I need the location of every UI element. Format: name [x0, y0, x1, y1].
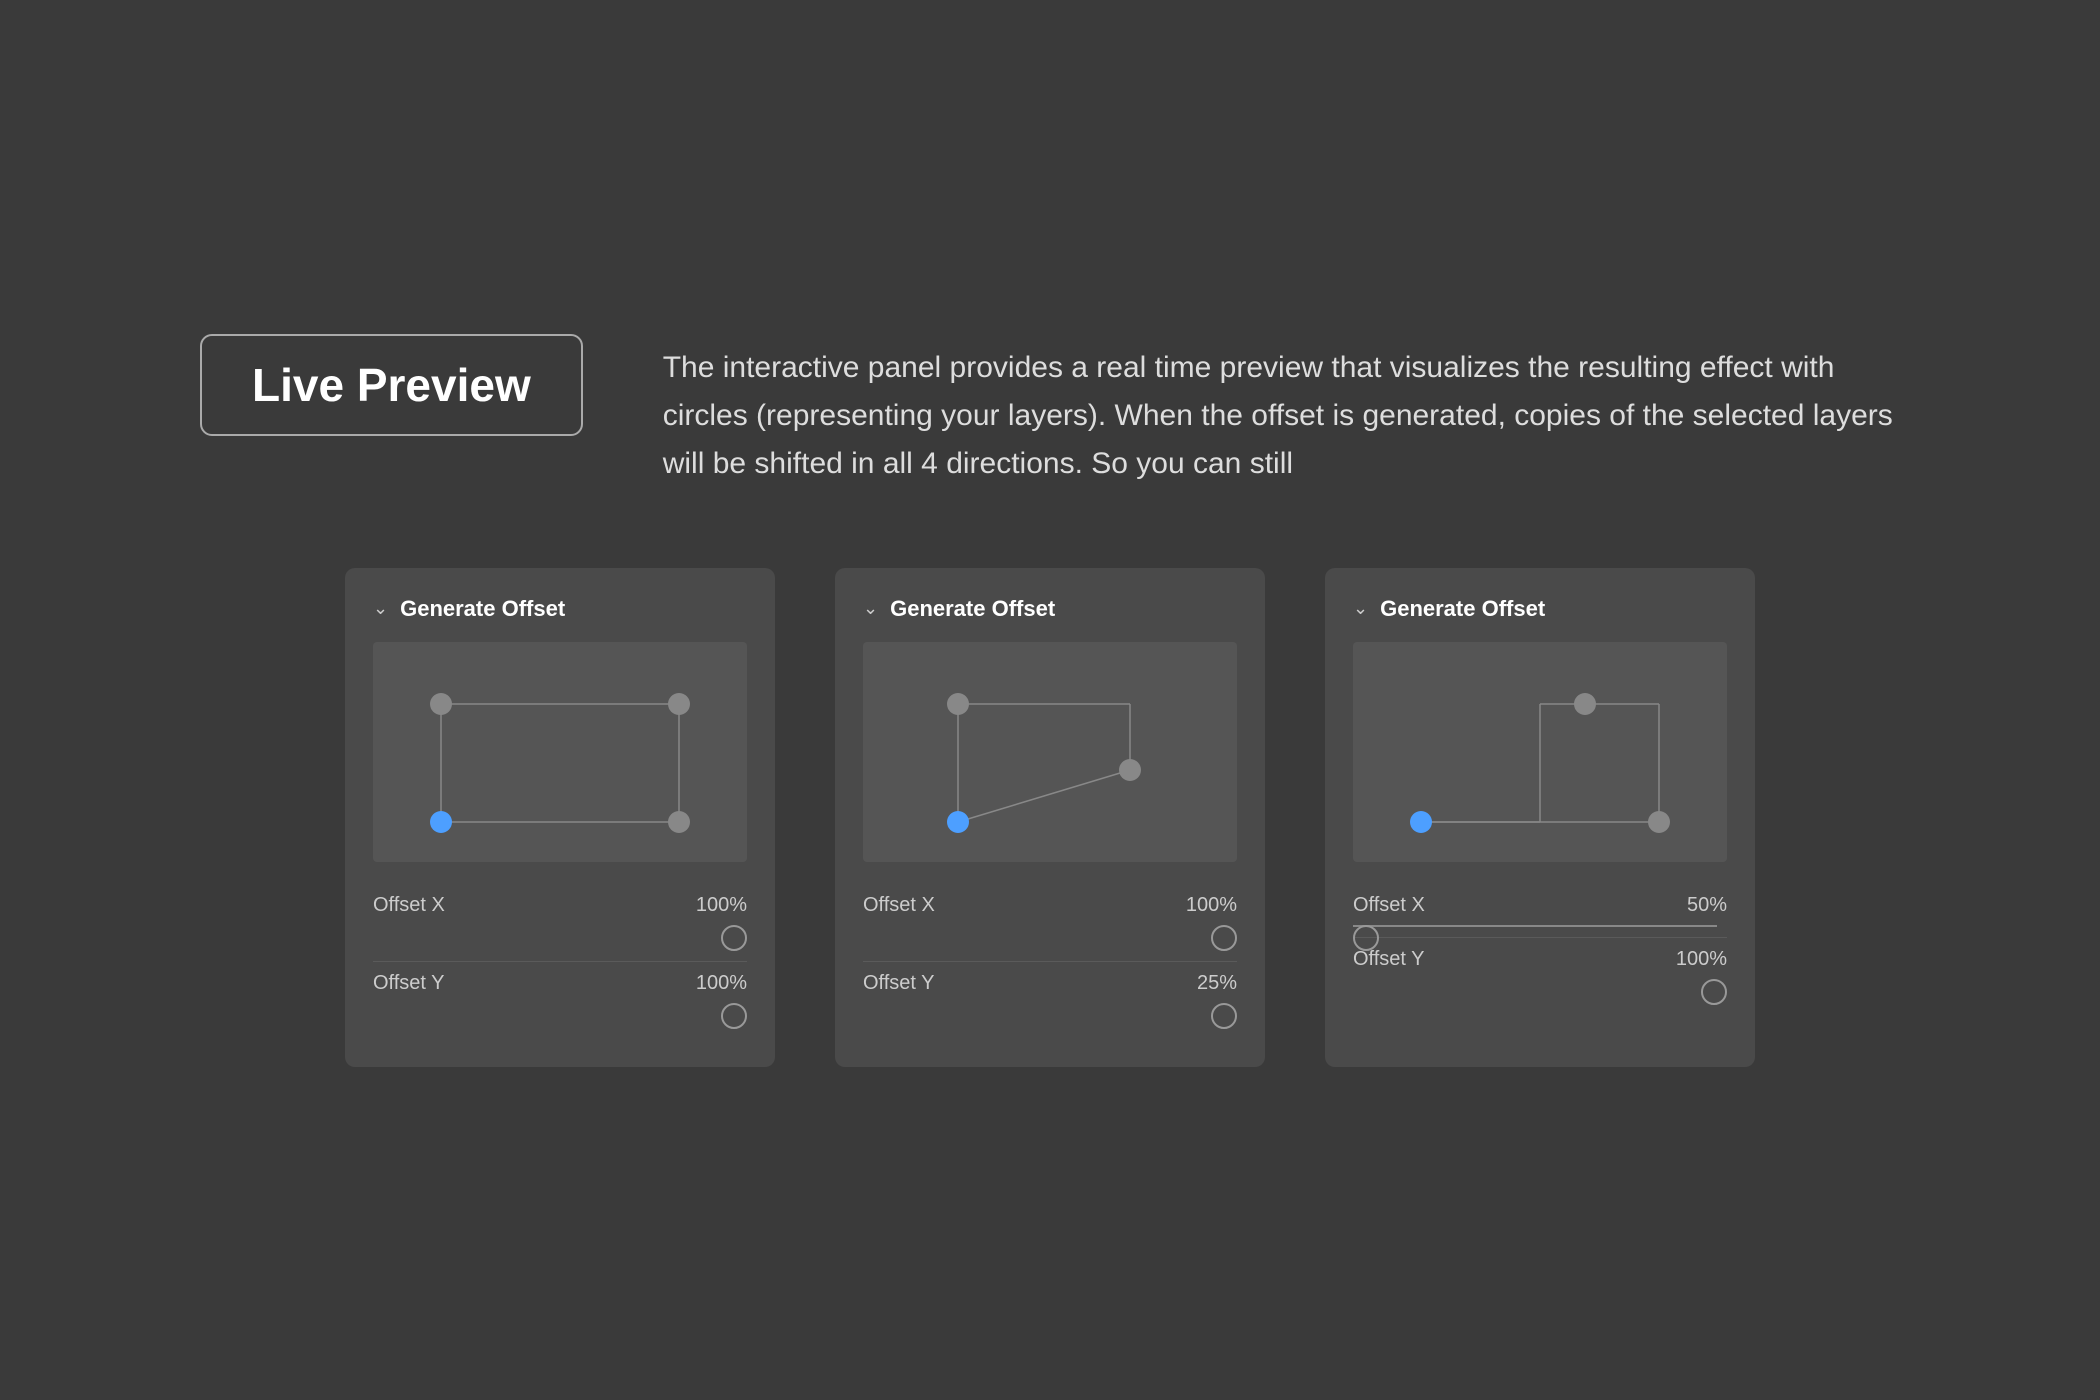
card-2-offset-x-control[interactable] [863, 925, 1237, 951]
card-2-offset-y-control[interactable] [863, 1003, 1237, 1029]
card-3-offset-y-control[interactable] [1353, 979, 1727, 1005]
card-1-header: ⌄ Generate Offset [373, 596, 747, 622]
card-3-offset-y-knob[interactable] [1701, 979, 1727, 1005]
card-3-offset-x-value: 50% [1687, 894, 1727, 917]
card-1-offset-y-label: Offset Y [373, 972, 445, 995]
card-1-preview[interactable] [373, 642, 747, 862]
card-2-offset-x-knob[interactable] [1211, 925, 1237, 951]
card-2-offset-x-row: Offset X 100% [863, 884, 1237, 961]
card-2-offset-y-value: 25% [1197, 972, 1237, 995]
card-2-offset-x-value: 100% [1186, 894, 1237, 917]
cards-row: ⌄ Generate Offset [200, 568, 1900, 1067]
card-3-offset-x-slider-knob[interactable] [1353, 925, 1379, 951]
card-3-preview[interactable] [1353, 642, 1727, 862]
card-1-offset-x-value: 100% [696, 894, 747, 917]
card-2-offset-y-label: Offset Y [863, 972, 935, 995]
card-2-preview[interactable] [863, 642, 1237, 862]
card-3-offset-x-control[interactable] [1353, 925, 1727, 927]
card-1-offset-y-value: 100% [696, 972, 747, 995]
card-1-offset-y-control[interactable] [373, 1003, 747, 1029]
card-3-header: ⌄ Generate Offset [1353, 596, 1727, 622]
card-1-offset-y-row: Offset Y 100% [373, 961, 747, 1039]
live-preview-badge: Live Preview [200, 334, 583, 436]
chevron-icon-1: ⌄ [373, 598, 388, 619]
page-container: Live Preview The interactive panel provi… [0, 0, 2100, 1400]
card-3-offset-y-label: Offset Y [1353, 948, 1425, 971]
description-text: The interactive panel provides a real ti… [663, 334, 1900, 488]
card-2-header: ⌄ Generate Offset [863, 596, 1237, 622]
card-1-offset-x-row: Offset X 100% [373, 884, 747, 961]
card-1-offset-x-control[interactable] [373, 925, 747, 951]
card-3-offset-x-row: Offset X 50% [1353, 884, 1727, 937]
card-3-offset-x-slider-track[interactable] [1353, 925, 1717, 927]
card-2: ⌄ Generate Offset [835, 568, 1265, 1067]
card-2-offset-y-row: Offset Y 25% [863, 961, 1237, 1039]
card-1-title: Generate Offset [400, 596, 565, 622]
chevron-icon-2: ⌄ [863, 598, 878, 619]
card-3-offset-y-row: Offset Y 100% [1353, 937, 1727, 1015]
card-2-title: Generate Offset [890, 596, 1055, 622]
card-2-fields: Offset X 100% Offset Y 25% [863, 884, 1237, 1039]
card-2-offset-x-label: Offset X [863, 894, 935, 917]
top-section: Live Preview The interactive panel provi… [200, 334, 1900, 488]
card-3-offset-x-label: Offset X [1353, 894, 1425, 917]
chevron-icon-3: ⌄ [1353, 598, 1368, 619]
card-2-offset-y-knob[interactable] [1211, 1003, 1237, 1029]
card-3-title: Generate Offset [1380, 596, 1545, 622]
card-3-fields: Offset X 50% Offset Y 100% [1353, 884, 1727, 1015]
card-1: ⌄ Generate Offset [345, 568, 775, 1067]
card-1-fields: Offset X 100% Offset Y 100% [373, 884, 747, 1039]
card-1-offset-y-knob[interactable] [721, 1003, 747, 1029]
card-3: ⌄ Generate Offset [1325, 568, 1755, 1067]
card-1-offset-x-label: Offset X [373, 894, 445, 917]
card-1-offset-x-knob[interactable] [721, 925, 747, 951]
live-preview-label: Live Preview [252, 359, 531, 411]
card-3-offset-y-value: 100% [1676, 948, 1727, 971]
